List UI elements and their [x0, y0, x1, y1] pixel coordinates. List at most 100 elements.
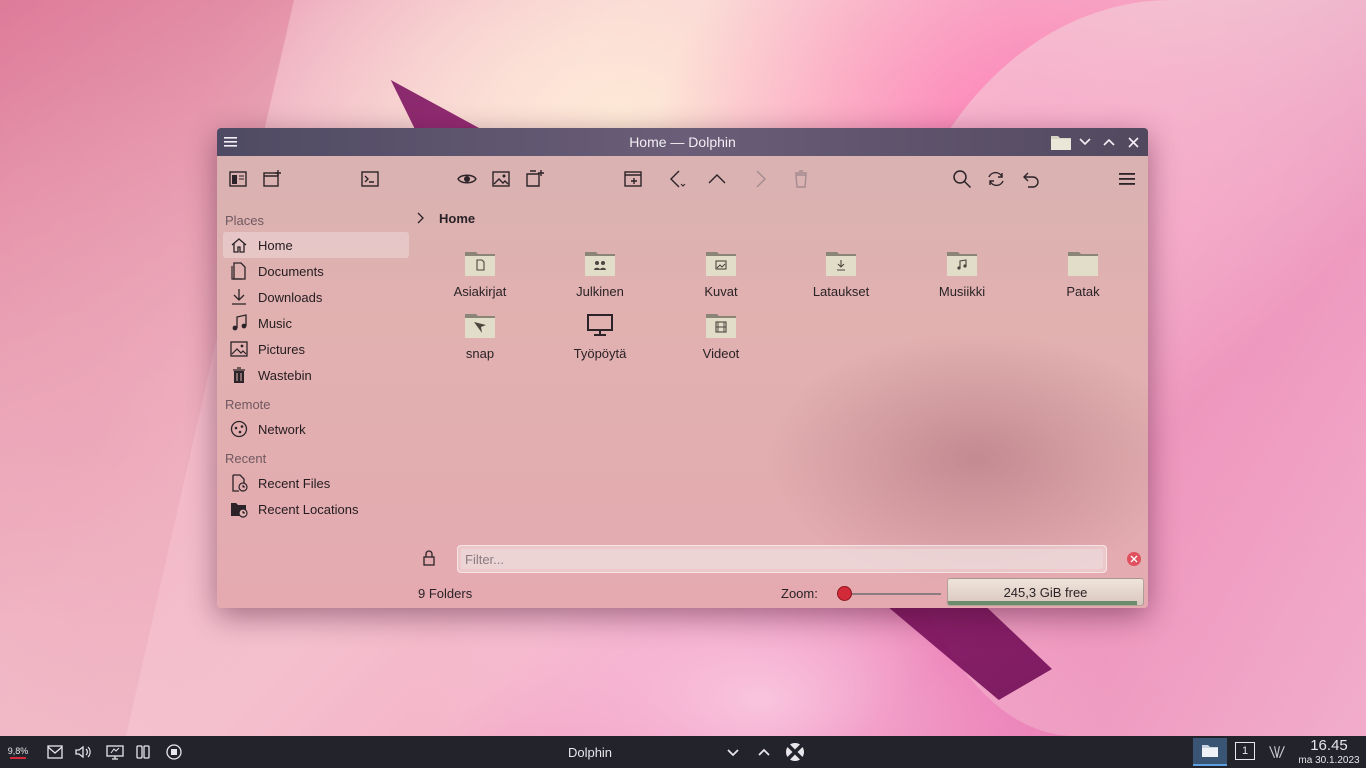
chevron-up-icon[interactable] [754, 742, 774, 762]
image-icon[interactable] [488, 166, 514, 192]
sidebar-item-recent-files[interactable]: Recent Files [223, 470, 409, 496]
documents-icon [229, 261, 249, 281]
folder-item[interactable]: Kuvat [666, 246, 776, 304]
sidebar-item-recent-locations[interactable]: Recent Locations [223, 496, 409, 522]
breadcrumb[interactable]: Home [417, 208, 475, 228]
sidebar-item-label: Downloads [258, 289, 323, 305]
pictures-icon [229, 339, 249, 359]
show-panels-icon[interactable] [225, 166, 251, 192]
sidebar-item-label: Documents [258, 263, 324, 279]
folder-name: snap [465, 346, 495, 361]
folder-item[interactable]: snap [425, 308, 535, 366]
zoom-slider-track[interactable] [841, 593, 941, 595]
free-space-bar [948, 601, 1138, 605]
folder-item[interactable]: Julkinen [545, 246, 655, 304]
digital-clock[interactable]: 16.45 ma 30.1.2023 [1294, 737, 1364, 767]
volume-icon[interactable] [73, 742, 93, 762]
breadcrumb-current[interactable]: Home [439, 211, 475, 226]
network-icon [229, 419, 249, 439]
task-dolphin[interactable] [1193, 738, 1227, 766]
hamburger-menu-icon[interactable] [1114, 166, 1140, 192]
window-menu-icon[interactable] [221, 132, 241, 152]
terminal-icon[interactable] [357, 166, 383, 192]
close-icon[interactable] [1123, 132, 1143, 152]
forward-chevron-icon[interactable] [747, 166, 773, 192]
folder-snap-icon [463, 308, 497, 342]
folder-item[interactable]: Videot [666, 308, 776, 366]
sidebar-item-wastebin[interactable]: Wastebin [223, 362, 409, 388]
music-icon [229, 313, 249, 333]
folder-item[interactable]: Lataukset [786, 246, 896, 304]
folder-videos-icon [704, 308, 738, 342]
recent-section-title: Recent [225, 451, 267, 466]
clear-filter-icon[interactable] [1127, 552, 1141, 566]
chevron-down-icon[interactable] [723, 742, 743, 762]
recent-locations-icon [229, 499, 249, 519]
filter-input[interactable] [461, 549, 1103, 569]
split-view-icon[interactable] [620, 166, 646, 192]
media-stop-icon[interactable] [164, 742, 184, 762]
folder-name: Kuvat [704, 284, 738, 299]
zoom-label: Zoom: [781, 586, 818, 601]
trash-icon[interactable] [788, 166, 814, 192]
folder-name: Lataukset [812, 284, 870, 299]
preview-eye-icon[interactable] [454, 166, 480, 192]
display-icon[interactable] [105, 742, 125, 762]
plasma-logo-icon[interactable] [1265, 742, 1289, 762]
folder-name: Musiikki [938, 284, 986, 299]
lock-icon[interactable] [422, 550, 438, 566]
folder-item[interactable]: Asiakirjat [425, 246, 535, 304]
folder-name: Patak [1066, 284, 1100, 299]
free-space-indicator[interactable]: 245,3 GiB free [947, 578, 1144, 606]
clock-time: 16.45 [1310, 737, 1348, 754]
sidebar-item-documents[interactable]: Documents [223, 258, 409, 284]
desktop-icon [583, 308, 617, 342]
new-window-icon[interactable] [259, 166, 285, 192]
toolbar [217, 156, 1148, 200]
home-icon [229, 235, 249, 255]
chevron-right-icon[interactable] [417, 212, 431, 224]
sidebar-item-label: Recent Files [258, 475, 331, 491]
minimize-chevron-down-icon[interactable] [1075, 132, 1095, 152]
clipboard-icon[interactable] [133, 742, 153, 762]
dolphin-window: Home — Dolphin Places Home Documents Dow… [217, 128, 1148, 608]
search-icon[interactable] [949, 166, 975, 192]
zoom-slider-handle[interactable] [837, 586, 852, 601]
reload-icon[interactable] [983, 166, 1009, 192]
downloads-icon [229, 287, 249, 307]
places-section-title: Places [225, 213, 265, 228]
maximize-chevron-up-icon[interactable] [1099, 132, 1119, 152]
mail-icon[interactable] [45, 742, 65, 762]
wastebin-icon [229, 365, 249, 385]
free-space-label: 245,3 GiB free [1003, 584, 1088, 600]
close-window-icon[interactable] [785, 742, 805, 762]
folder-item[interactable]: Musiikki [907, 246, 1017, 304]
clock-date: ma 30.1.2023 [1298, 755, 1360, 766]
sidebar-item-pictures[interactable]: Pictures [223, 336, 409, 362]
back-chevron-icon[interactable] [663, 166, 689, 192]
up-chevron-icon[interactable] [704, 166, 730, 192]
titlebar[interactable]: Home — Dolphin [217, 128, 1148, 156]
new-tab-icon[interactable] [522, 166, 548, 192]
active-window-title[interactable]: Dolphin [540, 742, 640, 762]
sidebar-item-music[interactable]: Music [223, 310, 409, 336]
sidebar-item-network[interactable]: Network [223, 416, 409, 442]
sidebar-item-downloads[interactable]: Downloads [223, 284, 409, 310]
cpu-monitor[interactable]: 9,8% [4, 742, 32, 762]
status-summary: 9 Folders [418, 586, 473, 601]
folder-name: Työpöytä [573, 346, 627, 361]
folder-pictures-icon [704, 246, 738, 280]
folder-item[interactable]: Työpöytä [545, 308, 655, 366]
folder-name: Videot [702, 346, 740, 361]
sidebar-item-home[interactable]: Home [223, 232, 409, 258]
remote-section-title: Remote [225, 397, 271, 412]
virtual-desktop-pager[interactable]: 1 [1235, 742, 1255, 760]
sidebar-item-label: Wastebin [258, 367, 312, 383]
undo-icon[interactable] [1017, 166, 1043, 192]
folder-item[interactable]: Patak [1028, 246, 1138, 304]
folder-download-icon [824, 246, 858, 280]
cpu-bar [10, 756, 26, 759]
places-panel: Places Home Documents Downloads Music Pi… [217, 208, 413, 528]
cpu-usage: 9,8% [7, 745, 29, 756]
sidebar-item-label: Pictures [258, 341, 305, 357]
